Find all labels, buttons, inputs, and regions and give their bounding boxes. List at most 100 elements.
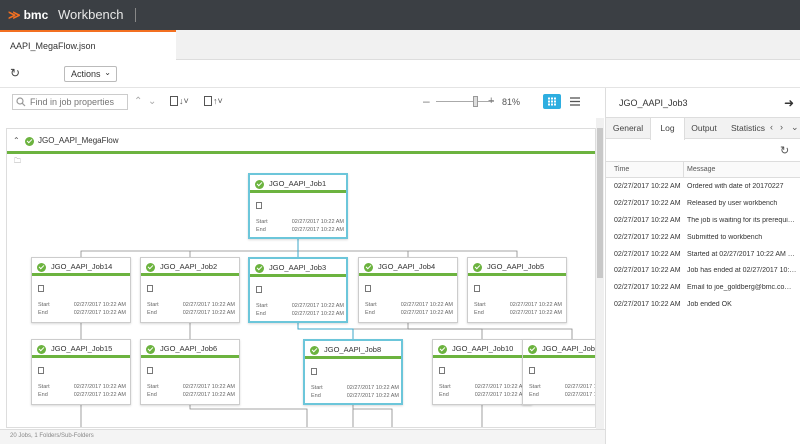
job-details-panel: JGO_AAPI_Job3 ➜ General Log Output Stati… [605,88,800,444]
job-node[interactable]: JGO_AAPI_Job4 Start 02/27/2017 10:22 AM End… [358,257,458,323]
job-node[interactable]: JGO_AAPI_Job15 Start 02/27/2017 10:22 AM En… [31,339,131,405]
job-node[interactable]: JGO_AAPI_Job1 Start 02/27/2017 10:22 AM End… [248,173,348,239]
job-start-label: Start [256,303,268,309]
job-start-label: Start [256,219,268,225]
tab-next-icon[interactable]: › [780,122,783,132]
job-start-time: 02/27/2017 10:22 AM [291,303,344,309]
job-end-row: End 02/27/2017 10:22 AM [256,227,344,233]
job-end-row: End 02/27/2017 10:22 AM [529,392,595,398]
tab-menu-chevron-icon[interactable]: ⌄ [791,122,799,133]
job-end-row: End 02/27/2017 10:22 AM [147,392,235,398]
main-toolbar: ↻ Actions ⌄ [0,60,800,88]
job-end-label: End [529,392,539,398]
document-icon [474,285,480,292]
table-row[interactable]: 02/27/2017 10:22 AM Ordered with date of … [606,178,800,195]
import-button[interactable]: ↓˅ [170,94,189,108]
job-start-row: Start 02/27/2017 10:22 AM [439,384,527,390]
job-node[interactable]: JGO_AAPI_Job10 Start 02/27/2017 10:22 AM En… [432,339,532,405]
actions-dropdown[interactable]: Actions ⌄ [64,66,117,82]
job-node[interactable]: JGO_AAPI_Job12Start02/27/2017 10:22 AMEn… [522,339,595,405]
tab-general[interactable]: General [606,118,650,139]
document-icon [529,367,535,374]
panel-job-title: JGO_AAPI_Job3 [619,98,688,108]
collapse-panel-arrow-icon[interactable]: ➜ [784,96,794,110]
job-end-row: End 02/27/2017 10:22 AM [439,392,527,398]
canvas-vertical-scrollbar[interactable] [596,118,604,429]
job-start-row: Start 02/27/2017 10:22 AM [147,384,235,390]
log-col-message[interactable]: Message [687,166,715,173]
document-icon [170,96,178,106]
document-icon [38,367,44,374]
search-prev-icon[interactable]: ⌃ [134,96,142,107]
table-row[interactable]: 02/27/2017 10:22 AM The job is waiting fo… [606,212,800,229]
file-tab[interactable]: AAPI_MegaFlow.json [0,30,176,61]
job-start-row: Start 02/27/2017 10:22 AM [529,384,595,390]
document-icon [38,285,44,292]
job-end-label: End [38,392,48,398]
job-node[interactable]: JGO_AAPI_Job3 Start 02/27/2017 10:22 AM End… [248,257,348,323]
document-icon [365,285,371,292]
ok-check-icon [146,345,155,354]
job-start-time: 02/27/2017 10:22 AM [400,302,453,308]
log-time: 02/27/2017 10:22 AM [614,267,681,275]
table-row[interactable]: 02/27/2017 10:22 AM Started at 02/27/2017… [606,246,800,263]
job-node[interactable]: JGO_AAPI_Job6 Start 02/27/2017 10:22 AM End… [140,339,240,405]
tab-statistics[interactable]: Statistics [726,118,770,139]
bmc-logo[interactable]: ≫ bmc [8,7,48,23]
refresh-icon[interactable]: ↻ [10,67,22,79]
flow-canvas[interactable]: ⌃ JGO_AAPI_MegaFlow 🗀 JGO_AAPI_Job1 Start… [6,128,596,428]
job-end-label: End [439,392,449,398]
job-search-input[interactable] [30,97,125,107]
job-node[interactable]: JGO_AAPI_Job14 Start 02/27/2017 10:22 AM En… [31,257,131,323]
job-start-time: 02/27/2017 10:22 AM [474,384,527,390]
job-node-header: JGO_AAPI_Job3 [250,259,346,277]
topbar-divider [135,8,136,22]
grid-view-button[interactable] [543,94,561,109]
job-end-time: 02/27/2017 10:22 AM [291,227,344,233]
export-button[interactable]: ↑˅ [204,94,223,108]
tab-prev-icon[interactable]: ‹ [770,122,773,132]
job-node-header: JGO_AAPI_Job8 [305,341,401,359]
job-start-time: 02/27/2017 10:22 AM [509,302,562,308]
table-row[interactable]: 02/27/2017 10:22 AM Job has ended at 02/2… [606,262,800,279]
job-node-header: JGO_AAPI_Job4 [359,258,457,276]
log-time: 02/27/2017 10:22 AM [614,250,681,258]
zoom-slider-track[interactable] [436,101,494,102]
job-end-label: End [147,310,157,316]
document-icon [256,202,262,209]
search-next-icon[interactable]: ⌄ [148,96,156,107]
zoom-out-icon[interactable]: – [423,95,430,107]
zoom-slider-handle[interactable] [473,96,478,107]
document-icon [147,285,153,292]
job-end-time: 02/27/2017 10:22 AM [291,311,344,317]
job-node[interactable]: JGO_AAPI_Job2 Start 02/27/2017 10:22 AM End… [140,257,240,323]
job-start-row: Start 02/27/2017 10:22 AM [474,302,562,308]
job-node[interactable]: JGO_AAPI_Job8 Start 02/27/2017 10:22 AM End… [303,339,403,405]
ok-check-icon [528,345,537,354]
job-end-row: End 02/27/2017 10:22 AM [311,393,399,399]
job-node-name: JGO_AAPI_Job4 [378,262,436,271]
list-view-button[interactable] [566,94,584,109]
tab-log[interactable]: Log [650,118,685,140]
job-node[interactable]: JGO_AAPI_Job5 Start 02/27/2017 10:22 AM End… [467,257,567,323]
log-time: 02/27/2017 10:22 AM [614,216,681,224]
scrollbar-thumb[interactable] [597,128,603,278]
tab-output[interactable]: Output [685,118,723,139]
log-rows: 02/27/2017 10:22 AM Ordered with date of … [606,178,800,313]
job-end-label: End [147,392,157,398]
document-icon [147,367,153,374]
table-row[interactable]: 02/27/2017 10:22 AM Submitted to workbenc… [606,229,800,246]
list-icon [570,97,580,106]
job-node-name: JGO_AAPI_Job6 [160,344,218,353]
job-end-row: End 02/27/2017 10:22 AM [365,310,453,316]
job-search-field[interactable] [12,94,128,110]
log-col-time[interactable]: Time [614,166,629,173]
table-row[interactable]: 02/27/2017 10:22 AM Email to joe_goldberg… [606,279,800,296]
job-end-label: End [256,227,266,233]
refresh-log-icon[interactable]: ↻ [780,144,789,157]
zoom-in-icon[interactable]: + [488,95,494,107]
job-start-label: Start [474,302,486,308]
table-row[interactable]: 02/27/2017 10:22 AM Released by user work… [606,195,800,212]
table-row[interactable]: 02/27/2017 10:22 AM Job ended OK [606,296,800,313]
column-divider[interactable] [683,162,684,178]
